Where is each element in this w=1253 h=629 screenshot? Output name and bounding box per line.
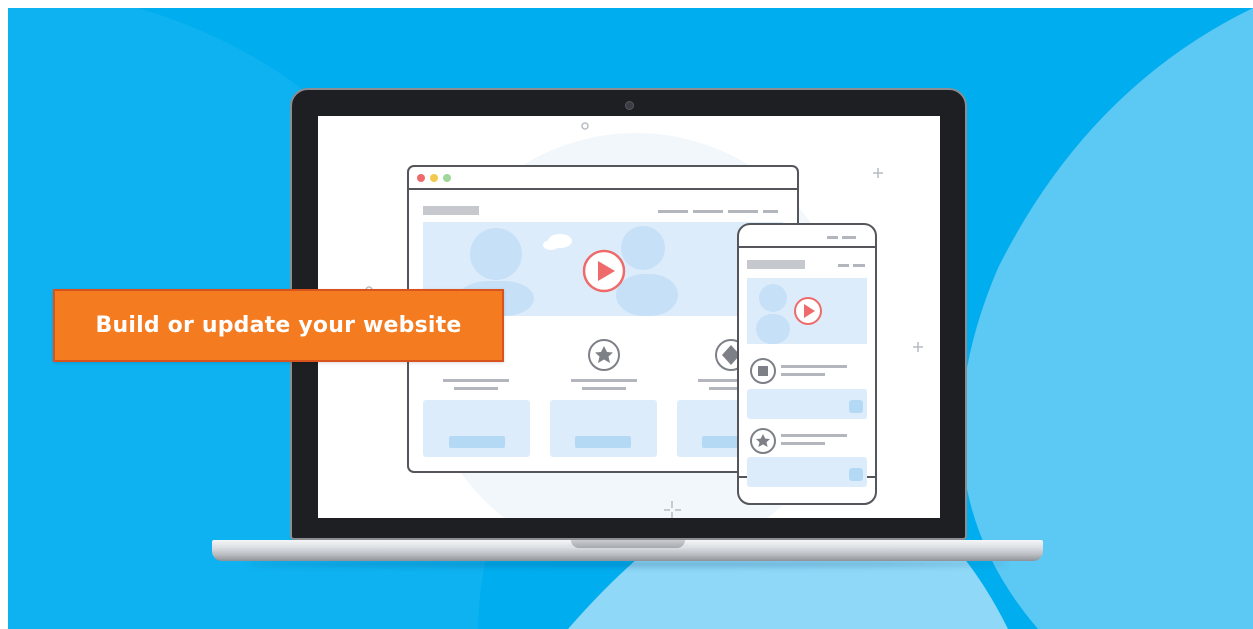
- headline-banner: Build or update your website: [53, 289, 504, 362]
- browser-dot-yellow: [430, 174, 438, 182]
- browser-dot-red: [417, 174, 425, 182]
- hero-canvas: Build or update your website: [8, 8, 1253, 629]
- mobile-phone: [737, 223, 877, 505]
- banner-text: Build or update your website: [95, 313, 462, 338]
- laptop-shadow: [248, 561, 1008, 567]
- camera-icon: [625, 101, 634, 110]
- laptop-base-notch: [571, 540, 685, 548]
- browser-dot-green: [443, 174, 451, 182]
